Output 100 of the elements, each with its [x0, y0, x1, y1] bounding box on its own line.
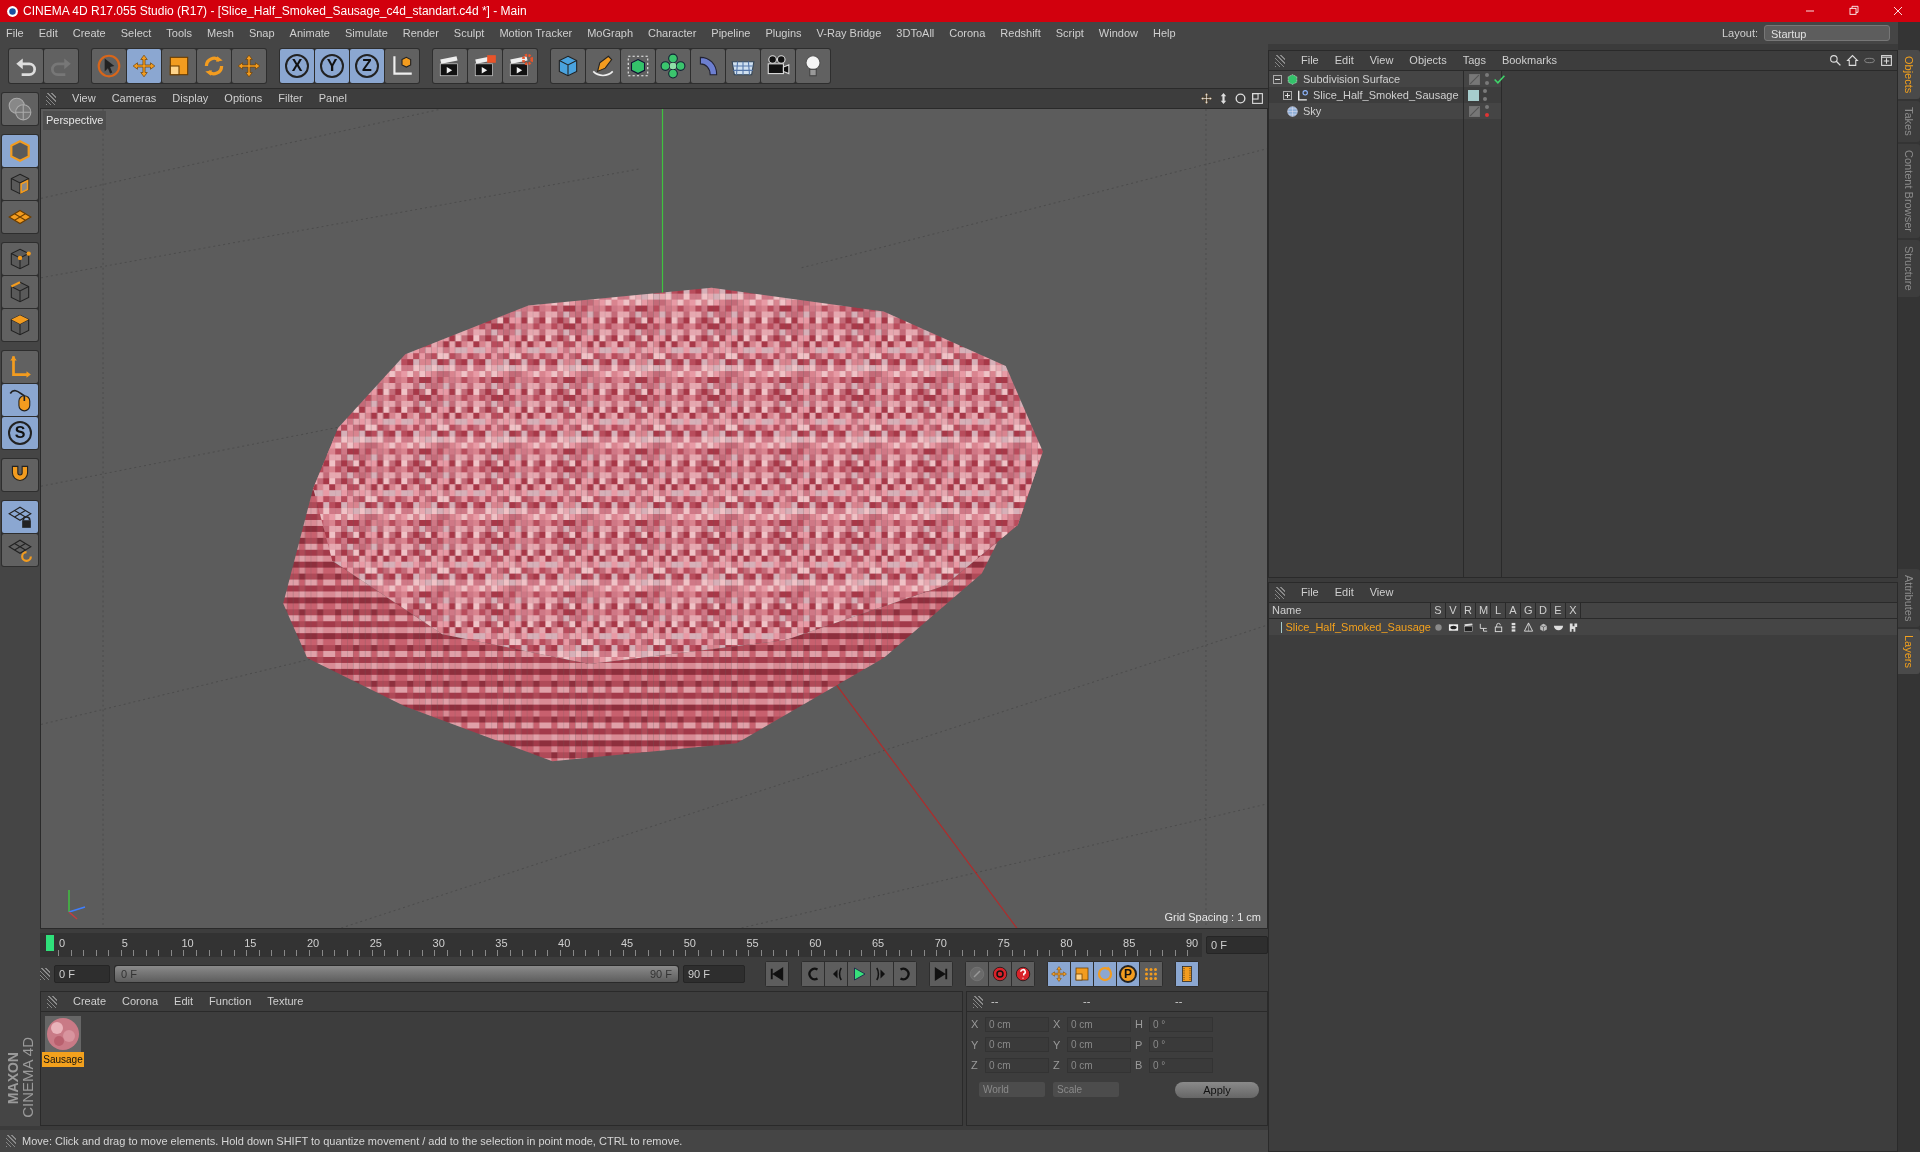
previous-key-icon[interactable]: [802, 962, 824, 986]
editor-visibility-dot[interactable]: [1485, 105, 1489, 109]
end-frame-field[interactable]: 90 F: [683, 965, 745, 983]
menu-item[interactable]: Window: [1098, 24, 1138, 42]
menu-item[interactable]: Edit: [174, 993, 194, 1010]
coordinate-field[interactable]: 0 cm: [985, 1016, 1049, 1032]
side-tab[interactable]: Takes: [1898, 101, 1920, 143]
menu-item[interactable]: Help: [1152, 24, 1176, 42]
dot-grid-icon[interactable]: [1140, 962, 1162, 986]
lock-icon[interactable]: [1493, 621, 1504, 633]
eye-icon[interactable]: [1448, 621, 1459, 633]
menu-item[interactable]: Mesh: [207, 24, 234, 42]
menu-item[interactable]: Create: [73, 993, 107, 1010]
render-visibility-dot[interactable]: [1483, 97, 1487, 101]
side-tab[interactable]: Structure: [1898, 240, 1920, 297]
checkmark-icon[interactable]: [1493, 72, 1506, 86]
menu-item[interactable]: Motion Tracker: [499, 24, 573, 42]
axis-lock-button[interactable]: Z: [350, 49, 384, 83]
menu-item[interactable]: Create: [72, 24, 106, 42]
column-header[interactable]: S: [1431, 602, 1446, 619]
column-header[interactable]: L: [1491, 602, 1506, 619]
menu-item[interactable]: File: [6, 24, 24, 42]
texture-cube-icon[interactable]: [2, 168, 38, 200]
menu-item[interactable]: Edit: [1334, 52, 1354, 69]
side-tab[interactable]: Layers: [1898, 629, 1920, 675]
parameter-button[interactable]: P: [1117, 962, 1139, 986]
play-icon[interactable]: [848, 962, 870, 986]
light-bulb-icon[interactable]: [796, 49, 830, 83]
next-key-icon[interactable]: [894, 962, 916, 986]
menu-item[interactable]: Cameras: [111, 90, 157, 107]
menu-item[interactable]: MoGraph: [587, 24, 634, 42]
coordinate-axes-icon[interactable]: [385, 49, 419, 83]
cube-icon[interactable]: [1538, 621, 1549, 633]
menu-item[interactable]: Plugins: [765, 24, 802, 42]
column-header[interactable]: G: [1521, 602, 1536, 619]
coordinate-field[interactable]: 0 °: [1149, 1016, 1213, 1032]
side-tab[interactable]: Content Browser: [1898, 144, 1920, 238]
cube-edges-icon[interactable]: [2, 135, 38, 167]
scale-icon[interactable]: [1071, 962, 1093, 986]
pyramid-icon[interactable]: [1523, 621, 1534, 633]
apply-button[interactable]: Apply: [1175, 1081, 1259, 1098]
column-header[interactable]: A: [1506, 602, 1521, 619]
maximize-view-icon[interactable]: [1251, 92, 1264, 105]
column-header[interactable]: V: [1446, 602, 1461, 619]
menu-item[interactable]: Sculpt: [453, 24, 485, 42]
new-panel-icon[interactable]: [1880, 54, 1893, 67]
current-frame-field[interactable]: 0 F: [1206, 936, 1268, 954]
menu-item[interactable]: Redshift: [1000, 24, 1041, 42]
editor-visibility-dot[interactable]: [1483, 89, 1487, 93]
coordinate-field[interactable]: 0 °: [1149, 1037, 1213, 1053]
playhead-marker[interactable]: [46, 935, 54, 951]
menu-item[interactable]: Script: [1055, 24, 1084, 42]
spheres-icon[interactable]: [656, 49, 690, 83]
menu-item[interactable]: Function: [209, 993, 252, 1010]
menu-item[interactable]: Edit: [1334, 584, 1354, 601]
side-tab[interactable]: Attributes: [1898, 568, 1920, 628]
material-name[interactable]: Sausage: [42, 1052, 84, 1067]
coordinate-field[interactable]: 0 cm: [1067, 1057, 1131, 1073]
object-name[interactable]: Slice_Half_Smoked_Sausage: [1313, 86, 1459, 104]
skip-end-icon[interactable]: [930, 962, 952, 986]
mouse-icon[interactable]: [2, 384, 38, 416]
panel-grip-icon[interactable]: [47, 995, 57, 1008]
grid-rotate-icon[interactable]: [2, 534, 38, 566]
column-header[interactable]: Name: [1269, 602, 1431, 619]
axis-lock-button[interactable]: Y: [315, 49, 349, 83]
menu-item[interactable]: View: [1369, 584, 1394, 601]
menu-item[interactable]: View: [1369, 52, 1394, 69]
solo-dot-icon[interactable]: [1433, 621, 1444, 633]
column-header[interactable]: M: [1476, 602, 1491, 619]
side-tab[interactable]: Objects: [1898, 50, 1920, 100]
render-visibility-dot[interactable]: [1485, 113, 1489, 117]
skip-start-icon[interactable]: [766, 962, 788, 986]
floor-grid-icon[interactable]: [726, 49, 760, 83]
menu-item[interactable]: Character: [648, 24, 697, 42]
editor-visibility-dot[interactable]: [1485, 73, 1489, 77]
menu-item[interactable]: Simulate: [344, 24, 388, 42]
hierarchy-icon[interactable]: [1478, 621, 1489, 633]
clapperboard-gear-icon[interactable]: [503, 49, 537, 83]
menu-item[interactable]: Filter: [278, 90, 303, 107]
cube-edge-icon[interactable]: [2, 276, 38, 308]
timeline-ruler[interactable]: 0 5 10 15 20 25 30 35 40 45 50 55 60 65 70 75 80 85 90: [40, 933, 1202, 957]
expand-toggle[interactable]: [1283, 90, 1292, 100]
menu-item[interactable]: Panel: [318, 90, 347, 107]
menu-item[interactable]: File: [1301, 584, 1319, 601]
material-ball-icon[interactable]: [45, 1016, 81, 1052]
menu-item[interactable]: Render: [402, 24, 439, 42]
coordinate-field[interactable]: 0 cm: [985, 1057, 1049, 1073]
clapperboard-icon[interactable]: [1463, 621, 1474, 633]
rotate-icon[interactable]: [197, 49, 231, 83]
panel-grip-icon[interactable]: [40, 968, 50, 980]
coordinate-field[interactable]: 0 cm: [1067, 1037, 1131, 1053]
menu-item[interactable]: Corona: [949, 24, 986, 42]
bend-shape-icon[interactable]: [691, 49, 725, 83]
menu-item[interactable]: Pipeline: [711, 24, 751, 42]
menu-item[interactable]: Select: [120, 24, 152, 42]
clapperboard-icon[interactable]: [433, 49, 467, 83]
cursor-icon[interactable]: [92, 49, 126, 83]
cube-points-icon[interactable]: [2, 243, 38, 275]
start-frame-field[interactable]: 0 F: [54, 965, 110, 983]
move-arrows-icon[interactable]: [127, 49, 161, 83]
